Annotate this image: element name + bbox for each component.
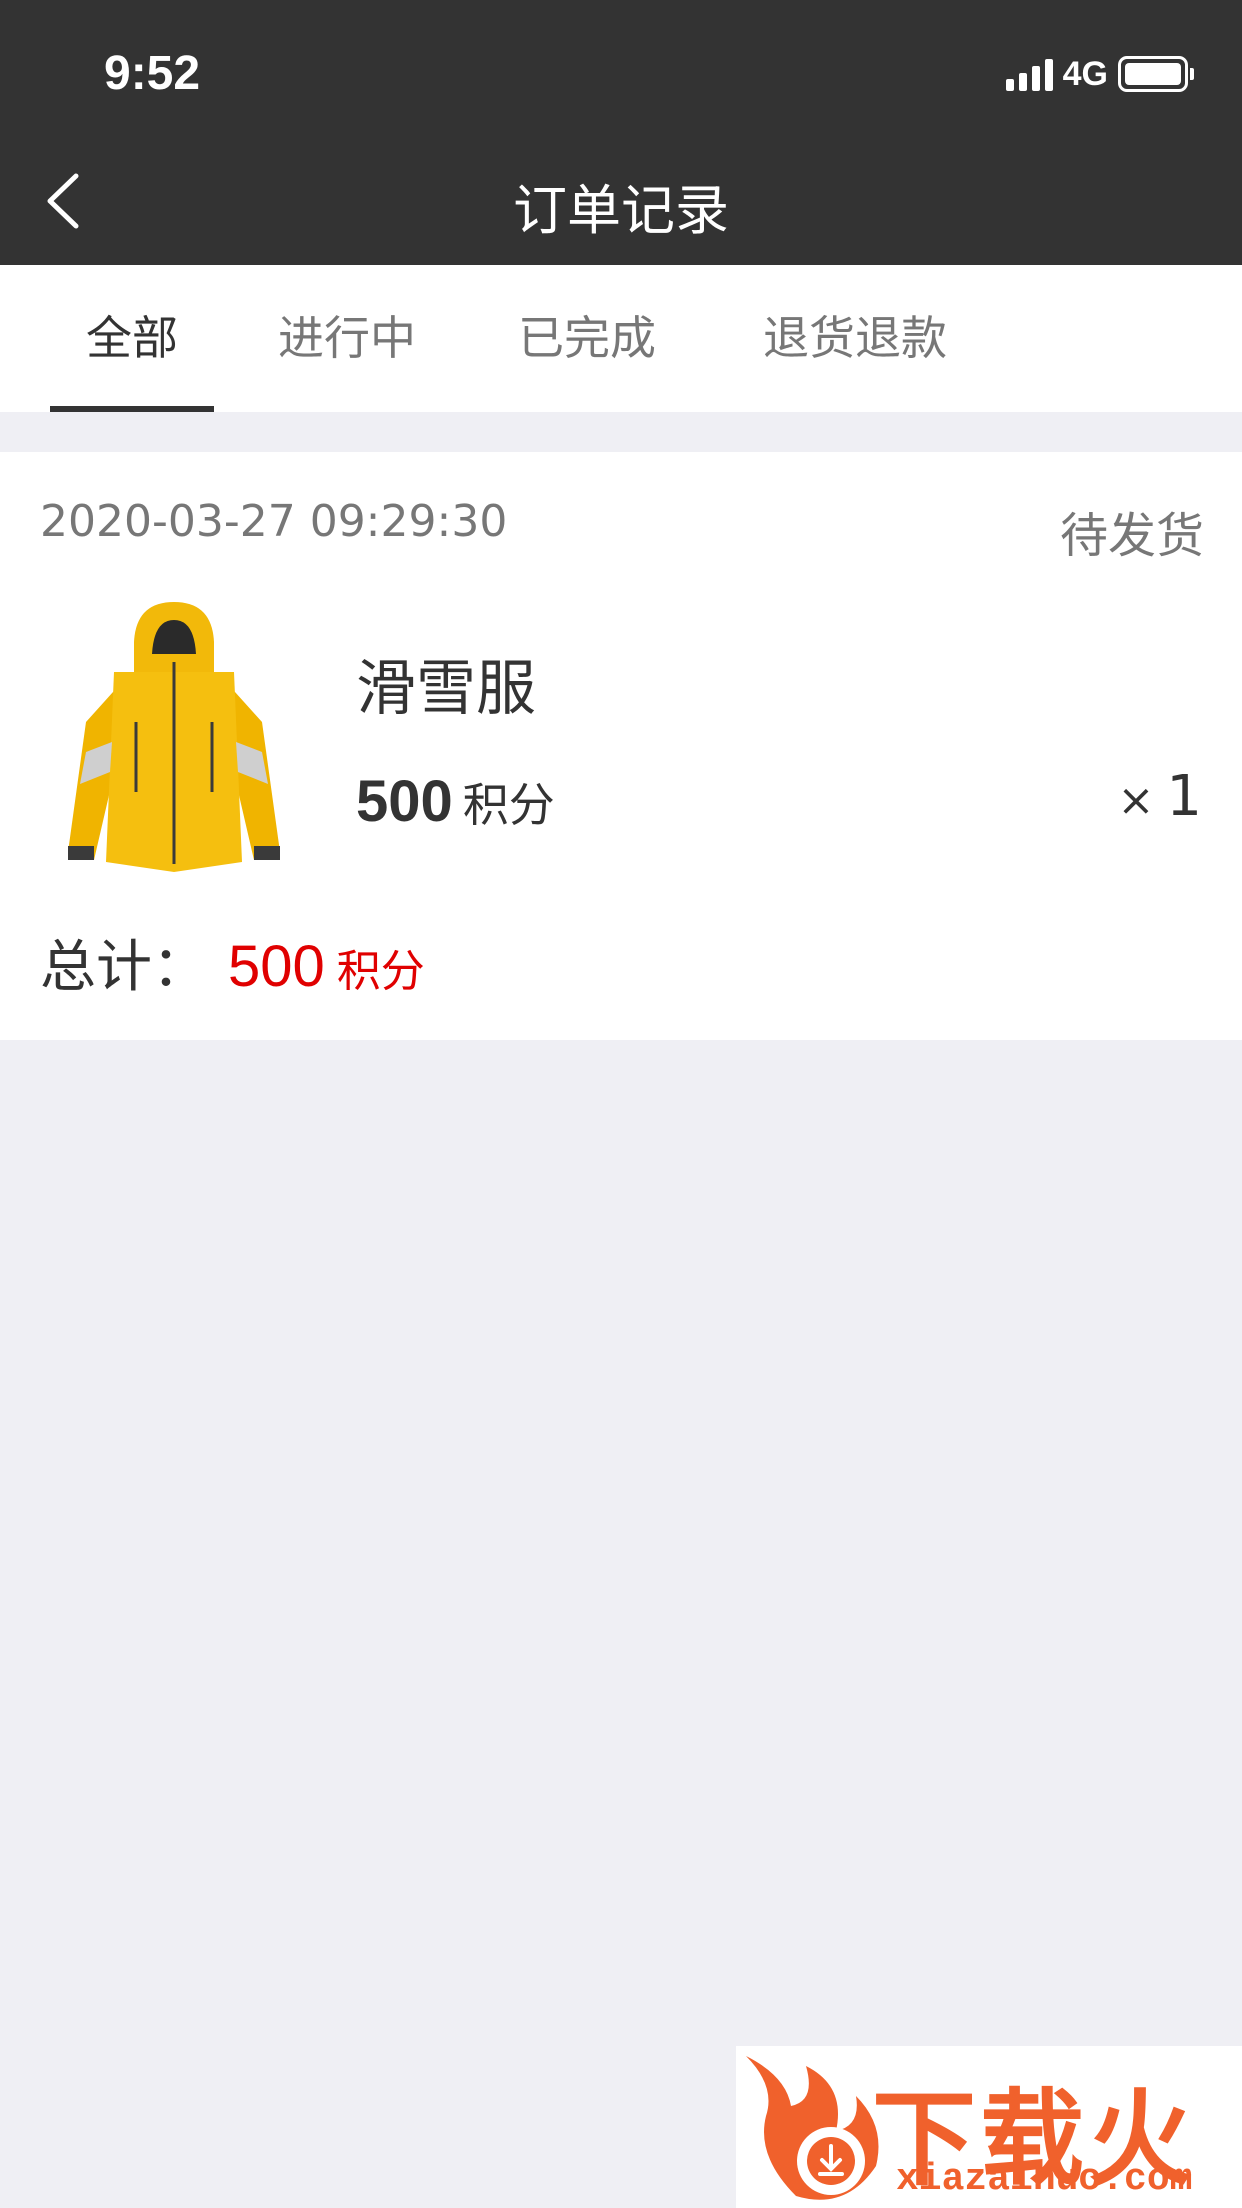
tab-completed[interactable]: 已完成 [502,265,672,412]
active-tab-indicator [50,406,214,412]
header: 9:52 4G 订单记录 [0,0,1242,265]
tab-all[interactable]: 全部 [50,265,214,412]
page-title: 订单记录 [513,179,729,242]
quantity-value: 1 [1166,764,1202,829]
order-total: 总计： 500 积分 [40,922,425,1003]
order-time: 2020-03-27 09:29:30 [40,496,508,547]
quantity-symbol: × [1117,775,1155,826]
product-price: 500 积分 [356,768,555,835]
product-image[interactable] [64,602,284,872]
total-label: 总计： [40,935,208,1000]
tab-bar: 全部 进行中 已完成 退货退款 [0,265,1242,412]
tab-refunds[interactable]: 退货退款 [746,265,964,412]
tab-in-progress[interactable]: 进行中 [262,265,432,412]
watermark-url: xiazaihuo.com [896,2158,1193,2201]
battery-icon [1118,56,1194,92]
order-card[interactable]: 2020-03-27 09:29:30 待发货 滑雪服 500 积分 × 1 总计：… [0,452,1242,1040]
watermark: 下载火 xiazaihuo.com [736,2046,1242,2208]
total-unit: 积分 [336,946,425,997]
product-name[interactable]: 滑雪服 [356,640,536,727]
total-value: 500 [228,934,325,999]
product-quantity: × 1 [1117,764,1202,829]
product-price-unit: 积分 [462,778,555,832]
order-status: 待发货 [1059,508,1204,564]
flame-logo-icon [746,2056,879,2200]
network-label: 4G [1062,54,1108,93]
status-indicators: 4G [1005,54,1194,94]
status-time: 9:52 [104,47,201,100]
product-price-value: 500 [356,769,453,834]
signal-icon [1005,57,1053,91]
